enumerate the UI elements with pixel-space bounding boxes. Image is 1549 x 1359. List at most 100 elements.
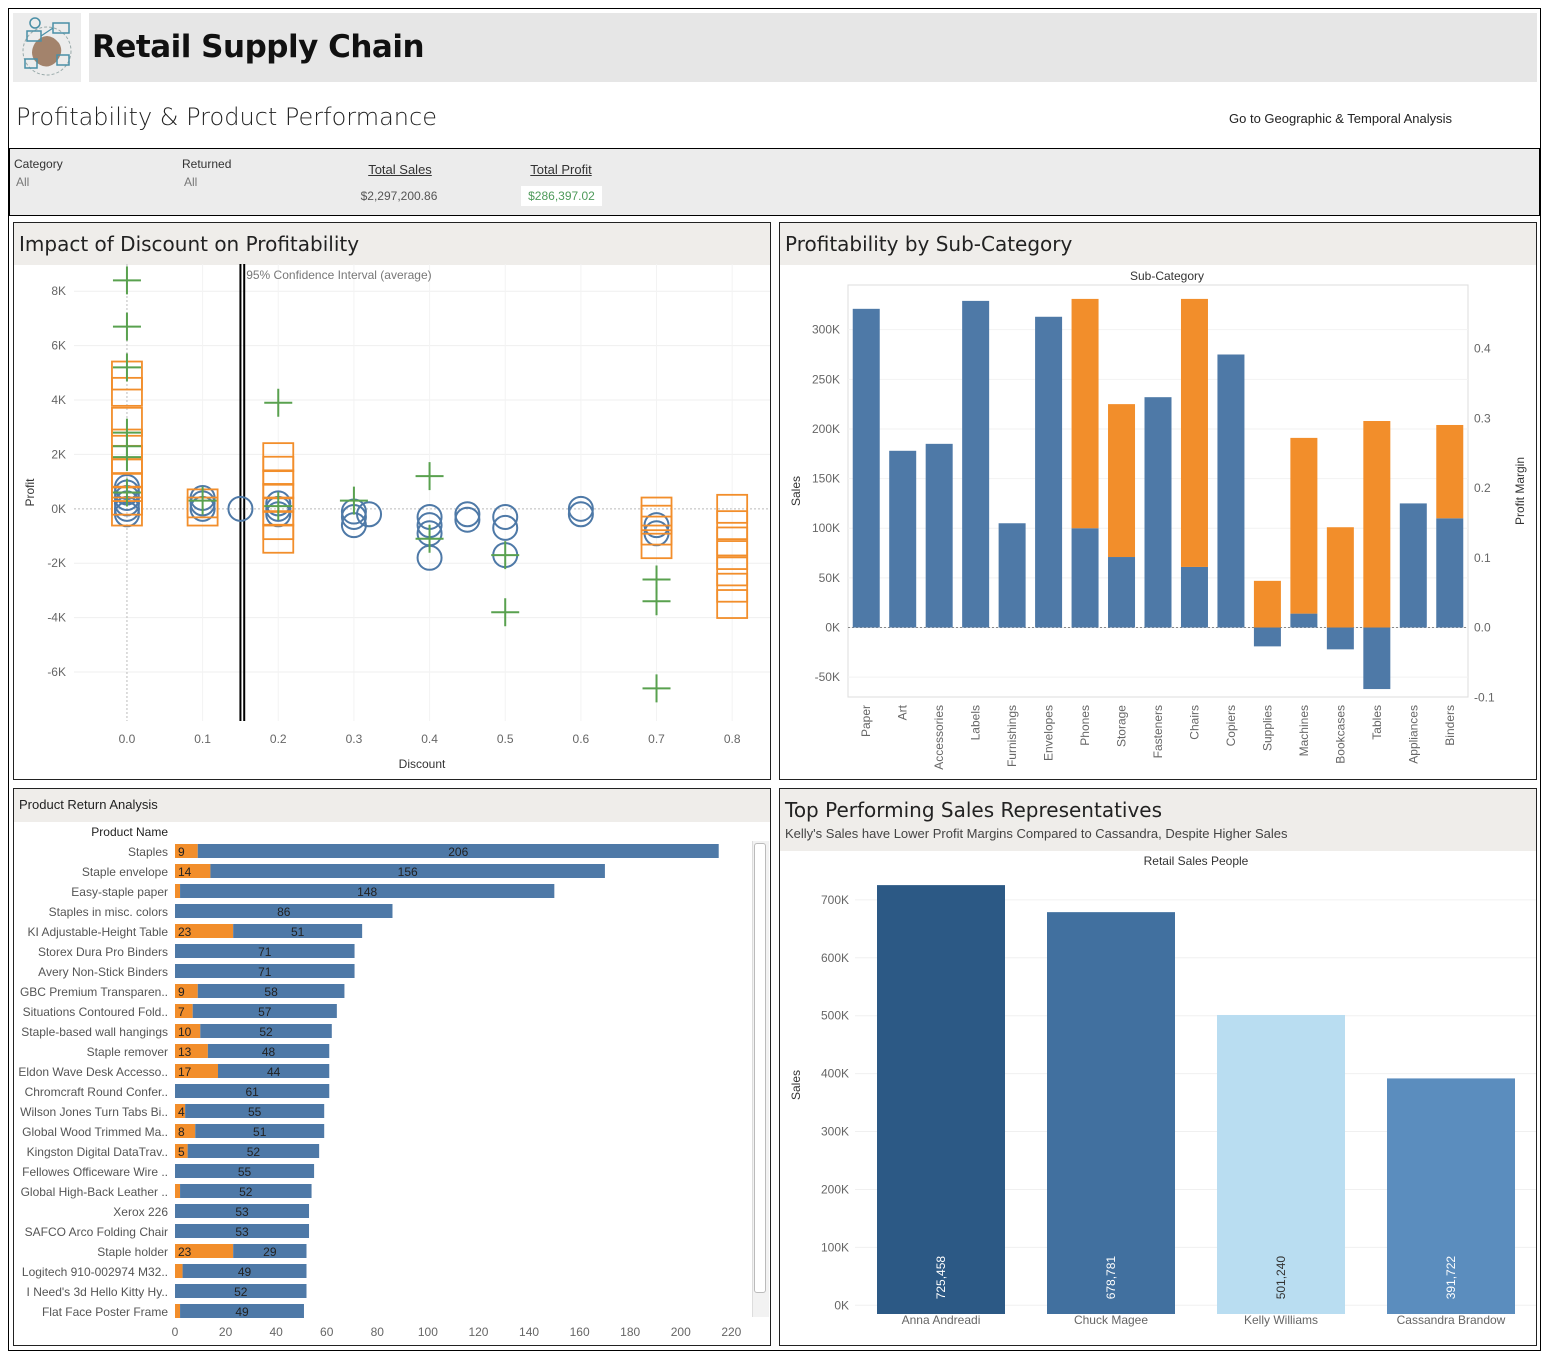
product-name-label: Logitech 910-002974 M32.. [22, 1265, 168, 1279]
bar-profit-margin [1436, 424, 1464, 519]
scatter-point [454, 506, 481, 533]
product-name-label: Staple holder [97, 1245, 168, 1259]
bar-not-returned-label: 61 [245, 1085, 259, 1099]
returned-filter-value[interactable]: All [184, 175, 197, 189]
app-logo [13, 13, 81, 82]
y-tick-label: 0K [825, 621, 840, 635]
x-tick-label: Labels [969, 705, 983, 740]
x-tick-label: 0.1 [194, 732, 211, 746]
product-name-label: I Need's 3d Hello Kitty Hy.. [27, 1285, 168, 1299]
y-tick-label: 600K [821, 951, 849, 965]
x-tick-label: Binders [1443, 705, 1457, 746]
panel-title: Profitability by Sub-Category [785, 232, 1073, 256]
x-tick-label: 0.5 [497, 732, 514, 746]
y-tick-label: 50K [819, 571, 840, 585]
bar-not-returned-label: 58 [264, 985, 278, 999]
bar-sales [877, 885, 1005, 1314]
bar-sales [1217, 354, 1245, 628]
bar-profit-margin [1363, 421, 1391, 628]
bar-sales [1290, 613, 1318, 628]
product-name-label: Easy-staple paper [71, 885, 168, 899]
bar-returned-label: 17 [178, 1065, 192, 1079]
scatter-point [454, 501, 481, 528]
app-title: Retail Supply Chain [92, 29, 425, 65]
product-name-label: Storex Dura Pro Binders [38, 945, 168, 959]
bar-not-returned-label: 49 [238, 1265, 252, 1279]
y2-tick-label: -0.1 [1474, 690, 1495, 704]
bar-returned-label: 4 [178, 1105, 185, 1119]
y2-tick-label: 0.1 [1474, 551, 1491, 565]
y-axis-label: Profit [23, 478, 37, 507]
total-profit-value: $286,397.02 [521, 186, 602, 206]
product-name-label: Kingston Digital DataTrav.. [27, 1145, 168, 1159]
product-name-label: SAFCO Arco Folding Chair [25, 1225, 168, 1239]
bar-not-returned-label: 52 [234, 1285, 248, 1299]
scatter-point [415, 462, 444, 491]
bar-sales [852, 308, 880, 628]
bar-not-returned-label: 206 [448, 845, 468, 859]
x-tick-label: Bookcases [1333, 705, 1347, 764]
y-tick-label: 200K [821, 1182, 849, 1196]
y-tick-label: 0K [51, 502, 66, 516]
subcategory-bar-chart: Sub-Category 300K 250K 200K 150K 100K 50K 0K -50… [789, 269, 1527, 770]
x-tick-label: Envelopes [1042, 705, 1056, 761]
x-tick-label: 0 [172, 1325, 179, 1339]
bar-not-returned-label: 71 [258, 965, 272, 979]
product-name-label: Global High-Back Leather .. [21, 1185, 168, 1199]
geographic-analysis-link[interactable]: Go to Geographic & Temporal Analysis [1229, 111, 1452, 126]
filter-bar [9, 148, 1540, 216]
y-tick-label: -50K [815, 670, 840, 684]
scatter-point [491, 541, 520, 570]
bar-not-returned-label: 148 [357, 885, 377, 899]
chart-header: Retail Sales People [1144, 854, 1249, 868]
product-name-label: Global Wood Trimmed Ma.. [22, 1125, 168, 1139]
bar-returned-label: 23 [178, 1245, 192, 1259]
x-tick-label: 40 [269, 1325, 283, 1339]
bar-sales [1180, 566, 1208, 628]
returns-scrollbar-thumb[interactable] [754, 843, 766, 1293]
bar-returned [175, 884, 181, 898]
category-filter-label: Category [14, 157, 63, 171]
bar-value-label: 391,722 [1444, 1256, 1458, 1300]
bar-returned-label: 13 [178, 1045, 192, 1059]
product-name-label: Eldon Wave Desk Accesso.. [18, 1065, 168, 1079]
bar-sales [1047, 912, 1175, 1314]
product-name-label: Staples [128, 845, 168, 859]
bar-returned [175, 1264, 183, 1278]
total-profit-label: Total Profit [530, 162, 592, 177]
y-tick-label: 100K [812, 521, 840, 535]
x-tick-label: 160 [570, 1325, 590, 1339]
bar-returned-label: 23 [178, 925, 192, 939]
bar-returned-label: 9 [178, 985, 185, 999]
x-tick-label: Machines [1297, 705, 1311, 756]
y-tick-label: 8K [51, 284, 66, 298]
y-tick-label: 150K [812, 472, 840, 486]
bar-returned [175, 1184, 181, 1198]
x-tick-label: Art [896, 704, 910, 720]
discount-profit-scatter: 8K 6K 4K 2K 0K -2K -4K -6K 0.0 0.1 0.2 0.3 0.4 0.5 0.6… [23, 264, 770, 771]
y-tick-label: 0K [834, 1298, 849, 1312]
bar-not-returned-label: 57 [258, 1005, 272, 1019]
bar-not-returned-label: 51 [291, 925, 305, 939]
x-tick-label: Cassandra Brandow [1397, 1313, 1506, 1327]
x-tick-label: Kelly Williams [1244, 1313, 1318, 1327]
product-name-label: GBC Premium Transparen.. [20, 985, 168, 999]
category-filter-value[interactable]: All [16, 175, 29, 189]
bar-not-returned-label: 51 [253, 1125, 267, 1139]
scatter-point [264, 388, 293, 417]
product-name-label: Wilson Jones Turn Tabs Bi.. [20, 1105, 168, 1119]
x-tick-label: 20 [219, 1325, 233, 1339]
x-axis-label: Discount [399, 757, 446, 771]
bar-not-returned-label: 29 [263, 1245, 277, 1259]
scatter-point [642, 587, 671, 616]
bar-returned-label: 8 [178, 1125, 185, 1139]
page-title: Profitability & Product Performance [16, 103, 437, 131]
y-tick-label: 200K [812, 422, 840, 436]
bar-not-returned-label: 55 [238, 1165, 252, 1179]
chart-header: Sub-Category [1130, 269, 1204, 283]
bar-profit-margin [1253, 580, 1281, 628]
bar-sales [1144, 397, 1172, 628]
x-tick-label: Anna Andreadi [902, 1313, 981, 1327]
category-header: Product Name [91, 825, 168, 839]
scatter-point [112, 312, 141, 341]
